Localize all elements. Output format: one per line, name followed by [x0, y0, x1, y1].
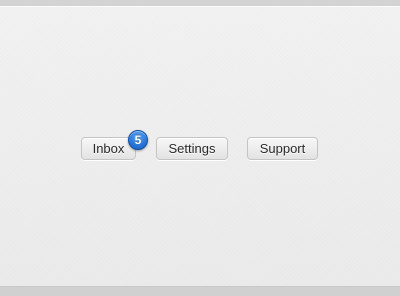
inbox-button-label: Inbox: [92, 141, 125, 156]
settings-button[interactable]: Settings: [156, 137, 228, 160]
support-button[interactable]: Support: [247, 137, 318, 160]
settings-button-label: Settings: [168, 141, 216, 156]
inbox-count-value: 5: [134, 133, 142, 147]
bottom-strip: [0, 286, 400, 296]
inbox-count-badge: 5: [128, 130, 148, 150]
support-button-label: Support: [259, 141, 306, 156]
